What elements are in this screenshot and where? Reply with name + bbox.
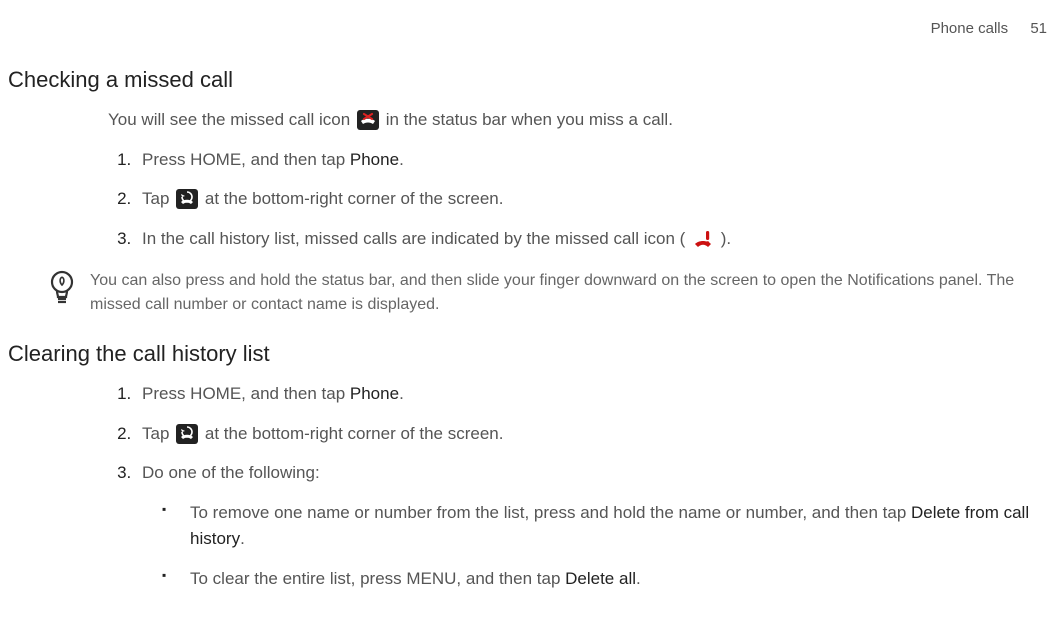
step-item: Tap at the bottom-right corner of the sc… xyxy=(136,186,1051,212)
step-text: . xyxy=(399,150,404,169)
sub-text: . xyxy=(636,569,641,588)
step-item: Press HOME, and then tap Phone. xyxy=(136,147,1051,173)
lightbulb-icon xyxy=(48,269,76,305)
page-number: 51 xyxy=(1030,20,1047,37)
sub-text: To clear the entire list, press MENU, an… xyxy=(190,569,565,588)
steps-list-clearing: Press HOME, and then tap Phone. Tap at t… xyxy=(108,381,1051,593)
tip-text: You can also press and hold the status b… xyxy=(90,269,1051,317)
heading-checking-missed-call: Checking a missed call xyxy=(8,67,1051,93)
step-item: Press HOME, and then tap Phone. xyxy=(136,381,1051,407)
step-text: . xyxy=(399,384,404,403)
step-text: In the call history list, missed calls a… xyxy=(142,229,690,248)
delete-all-label: Delete all xyxy=(565,569,636,588)
heading-clearing-call-history: Clearing the call history list xyxy=(8,341,1051,367)
step-text: Press HOME, and then tap xyxy=(142,384,350,403)
step-item: In the call history list, missed calls a… xyxy=(136,226,1051,252)
missed-call-statusbar-icon xyxy=(357,110,379,130)
intro-paragraph: You will see the missed call icon in the… xyxy=(108,107,1051,133)
page-header: Phone calls 51 xyxy=(8,20,1051,37)
step-text: ). xyxy=(721,229,731,248)
list-item: To remove one name or number from the li… xyxy=(162,500,1051,553)
step-text: Do one of the following: xyxy=(142,463,320,482)
step-text: Press HOME, and then tap xyxy=(142,150,350,169)
sub-text: . xyxy=(240,529,245,548)
sub-options-list: To remove one name or number from the li… xyxy=(162,500,1051,593)
step-text: at the bottom-right corner of the screen… xyxy=(205,189,504,208)
step-item: Tap at the bottom-right corner of the sc… xyxy=(136,421,1051,447)
step-text: at the bottom-right corner of the screen… xyxy=(205,424,504,443)
call-history-button-icon xyxy=(176,189,198,209)
step-text: Tap xyxy=(142,424,174,443)
tip-block: You can also press and hold the status b… xyxy=(48,269,1051,317)
steps-list-checking: Press HOME, and then tap Phone. Tap at t… xyxy=(108,147,1051,252)
phone-label: Phone xyxy=(350,150,399,169)
missed-call-list-icon xyxy=(692,229,714,249)
sub-text: To remove one name or number from the li… xyxy=(190,503,911,522)
call-history-button-icon xyxy=(176,424,198,444)
intro-text-b: in the status bar when you miss a call. xyxy=(386,110,673,129)
header-section: Phone calls xyxy=(931,20,1009,37)
intro-text-a: You will see the missed call icon xyxy=(108,110,355,129)
step-item: Do one of the following: To remove one n… xyxy=(136,460,1051,593)
list-item: To clear the entire list, press MENU, an… xyxy=(162,566,1051,592)
phone-label: Phone xyxy=(350,384,399,403)
step-text: Tap xyxy=(142,189,174,208)
